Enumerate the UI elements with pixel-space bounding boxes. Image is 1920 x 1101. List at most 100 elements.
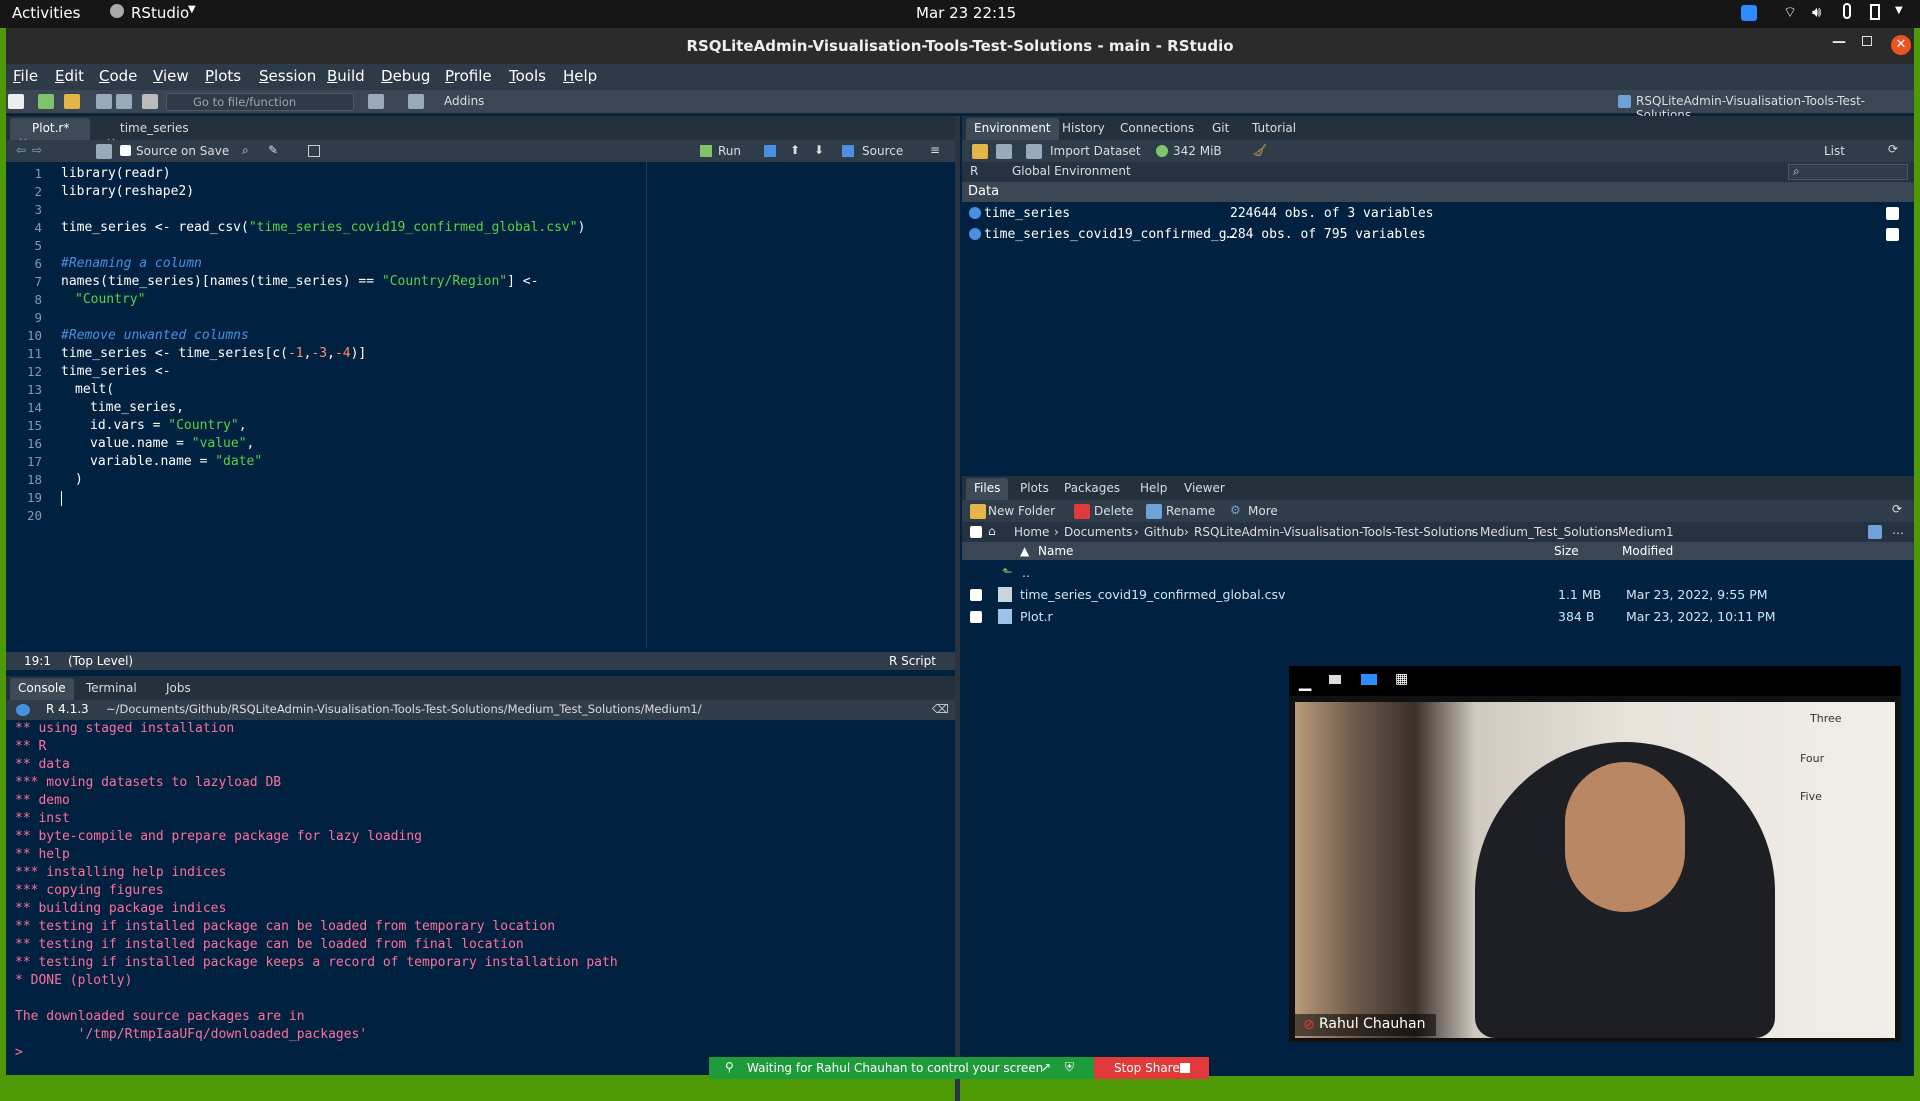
maximize-icon[interactable]	[1862, 36, 1872, 46]
back-arrow-icon[interactable]: ⇦	[16, 143, 26, 157]
menu-file[interactable]: File	[13, 67, 38, 85]
language-selector[interactable]: R	[970, 164, 978, 178]
menu-debug[interactable]: Debug	[381, 67, 430, 85]
import-dataset-icon[interactable]	[1026, 144, 1042, 159]
column-name[interactable]: Name	[1038, 544, 1073, 558]
breadcrumb-medium-test[interactable]: Medium_Test_Solutions	[1480, 525, 1619, 539]
file-name[interactable]: Plot.r	[1020, 609, 1053, 624]
breadcrumb-project[interactable]: RSQLiteAdmin-Visualisation-Tools-Test-So…	[1194, 525, 1478, 539]
wifi-icon[interactable]: ⌔	[1783, 3, 1797, 22]
source-on-save-checkbox[interactable]	[120, 145, 131, 156]
menu-plots[interactable]: Plots	[205, 67, 241, 85]
stop-share-button[interactable]: Stop Share	[1094, 1057, 1209, 1079]
source-button[interactable]: Source	[862, 144, 903, 158]
scope-selector[interactable]: (Top Level)	[68, 654, 133, 668]
clear-workspace-icon[interactable]: 🧹︎	[1252, 143, 1267, 157]
menu-help[interactable]: Help	[563, 67, 597, 85]
tab-console[interactable]: Console	[10, 678, 74, 700]
app-menu[interactable]: RStudio	[131, 4, 189, 22]
rerun-icon[interactable]	[764, 145, 776, 157]
new-folder-button[interactable]: New Folder	[988, 504, 1055, 518]
console-output[interactable]: ** using staged installation ** R ** dat…	[6, 720, 955, 1071]
tab-packages[interactable]: Packages	[1056, 478, 1128, 500]
run-icon[interactable]	[700, 145, 712, 157]
save-workspace-icon[interactable]	[996, 144, 1012, 159]
file-checkbox[interactable]	[970, 611, 982, 623]
tab-time-series[interactable]: time_series ×	[98, 118, 208, 149]
column-modified[interactable]: Modified	[1622, 544, 1673, 558]
menu-session[interactable]: Session	[259, 67, 316, 85]
tab-git[interactable]: Git	[1204, 118, 1237, 140]
parent-link[interactable]: ..	[1022, 565, 1030, 580]
save-file-icon[interactable]	[96, 144, 112, 159]
forward-arrow-icon[interactable]: ⇨	[32, 143, 42, 157]
tab-jobs[interactable]: Jobs	[158, 678, 199, 700]
addins-menu[interactable]: Addins	[444, 94, 484, 108]
menu-profile[interactable]: Profile	[445, 67, 492, 85]
workspace-panes-icon[interactable]	[408, 94, 424, 109]
code-tools-icon[interactable]: ✎	[268, 143, 278, 157]
rename-icon[interactable]	[1146, 504, 1162, 519]
close-icon[interactable]: ✕	[1891, 35, 1911, 55]
expand-icon[interactable]	[969, 207, 981, 219]
minimize-icon[interactable]: —	[1832, 34, 1846, 50]
source-icon[interactable]	[842, 145, 854, 157]
activities-button[interactable]: Activities	[12, 4, 80, 22]
microphone-icon[interactable]	[1843, 3, 1851, 19]
print-icon[interactable]	[142, 94, 158, 109]
environment-row[interactable]: time_series 224644 obs. of 3 variables	[962, 204, 1912, 224]
menu-view[interactable]: View	[153, 67, 189, 85]
refresh-icon[interactable]: ⟳	[1888, 142, 1898, 156]
environment-search-input[interactable]: ⌕	[1788, 164, 1908, 180]
file-type-selector[interactable]: R Script	[889, 654, 936, 668]
system-menu-chevron-icon[interactable]: ▼	[1895, 5, 1903, 16]
compile-report-icon[interactable]	[308, 145, 320, 157]
view-table-icon[interactable]	[1886, 228, 1899, 241]
environment-row[interactable]: time_series_covid19_confirmed_g… 284 obs…	[962, 225, 1912, 245]
save-icon[interactable]	[96, 94, 112, 109]
new-project-icon[interactable]	[38, 94, 54, 109]
gear-icon[interactable]: ⚙	[1230, 503, 1241, 517]
go-to-directory-icon[interactable]	[1868, 525, 1882, 539]
tab-viewer[interactable]: Viewer	[1176, 478, 1233, 500]
tab-help[interactable]: Help	[1132, 478, 1175, 500]
save-all-icon[interactable]	[116, 94, 132, 109]
code-editor[interactable]: 1 2 3 4 5 6 7 8 9 10 11 12 13 14 15 16 1…	[6, 162, 955, 652]
breadcrumb-home[interactable]: Home	[1014, 525, 1049, 539]
minimize-video-icon[interactable]: ▁	[1299, 672, 1311, 691]
expand-icon[interactable]	[969, 228, 981, 240]
new-file-icon[interactable]	[8, 94, 24, 109]
rename-button[interactable]: Rename	[1166, 504, 1215, 518]
file-row[interactable]: time_series_covid19_confirmed_global.csv…	[962, 584, 1912, 606]
console-prompt[interactable]: >	[15, 1045, 23, 1060]
file-row-parent[interactable]: ⬑ ..	[962, 562, 1912, 584]
volume-icon[interactable]: 🔊︎	[1812, 3, 1821, 21]
gallery-view-icon[interactable]: ▦	[1395, 671, 1408, 687]
tab-terminal[interactable]: Terminal	[78, 678, 145, 700]
clock[interactable]: Mar 23 22:15	[916, 4, 1016, 22]
git-icon[interactable]	[368, 94, 384, 109]
file-checkbox[interactable]	[970, 589, 982, 601]
tab-environment[interactable]: Environment	[966, 118, 1059, 140]
select-all-checkbox[interactable]	[970, 526, 982, 538]
open-file-icon[interactable]	[64, 94, 80, 109]
menu-build[interactable]: Build	[327, 67, 365, 85]
tab-files[interactable]: Files	[966, 478, 1009, 500]
new-folder-icon[interactable]	[970, 504, 986, 519]
speaker-view-icon[interactable]	[1361, 674, 1377, 685]
tab-history[interactable]: History	[1054, 118, 1113, 140]
tab-plots[interactable]: Plots	[1012, 478, 1057, 500]
outline-icon[interactable]: ≡	[930, 143, 940, 157]
tab-plot-r[interactable]: Plot.r* ×	[10, 118, 90, 149]
delete-button[interactable]: Delete	[1094, 504, 1133, 518]
working-directory[interactable]: ~/Documents/Github/RSQLiteAdmin-Visualis…	[106, 702, 702, 716]
delete-icon[interactable]	[1074, 504, 1090, 519]
view-table-icon[interactable]	[1886, 207, 1899, 220]
file-name[interactable]: time_series_covid19_confirmed_global.csv	[1020, 587, 1285, 602]
tab-connections[interactable]: Connections	[1112, 118, 1202, 140]
more-menu[interactable]: More	[1248, 504, 1278, 518]
tab-tutorial[interactable]: Tutorial	[1244, 118, 1304, 140]
breadcrumb-medium1[interactable]: Medium1	[1618, 525, 1674, 539]
down-arrow-icon[interactable]: ⬇	[814, 143, 824, 157]
memory-usage[interactable]: 342 MiB	[1173, 144, 1222, 158]
